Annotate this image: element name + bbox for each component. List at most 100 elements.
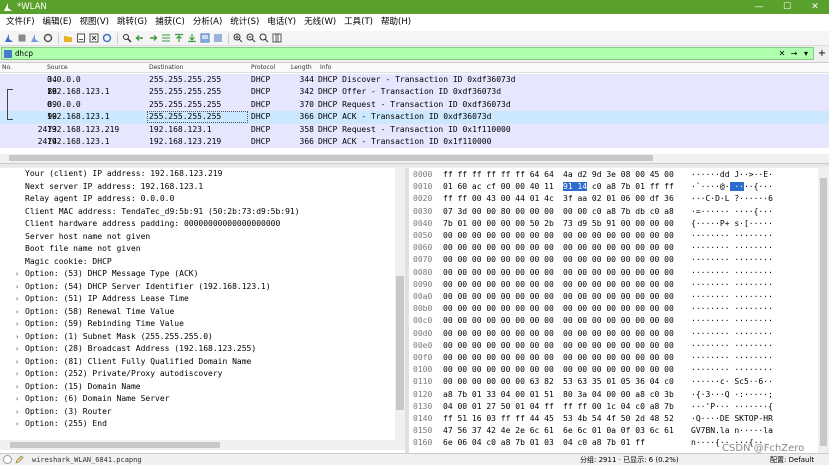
packet-row[interactable]: 2473 192.168.123.219 192.168.123.1 DHCP 358 D…	[0, 123, 829, 136]
menu-go[interactable]: 跳转(G)	[113, 14, 151, 31]
column-header-no[interactable]: No.	[2, 64, 12, 71]
detail-tree-item[interactable]: Boot file name not given	[0, 243, 405, 256]
detail-tree-item[interactable]: Next server IP address: 192.168.123.1	[0, 181, 405, 194]
menu-view[interactable]: 视图(V)	[76, 14, 113, 31]
detail-tree-item[interactable]: Client MAC address: TendaTec_d9:5b:91 (5…	[0, 206, 405, 219]
menu-edit[interactable]: 编辑(E)	[39, 14, 76, 31]
save-file-icon[interactable]	[75, 33, 86, 44]
zoom-in-icon[interactable]	[232, 33, 243, 44]
packet-row[interactable]: 89 0.0.0.0 255.255.255.255 DHCP 370 DHCP Requ…	[0, 98, 829, 112]
detail-tree-item[interactable]: › Option: (54) DHCP Server Identifier (19…	[0, 281, 405, 294]
detail-tree-item[interactable]: › Option: (6) Domain Name Server	[0, 393, 405, 406]
packet-row[interactable]: 90 192.168.123.1 255.255.255.255 DHCP 366 DHC…	[0, 111, 829, 124]
colorize-icon[interactable]	[212, 33, 223, 44]
zoom-out-icon[interactable]	[245, 33, 256, 44]
expand-arrow-icon[interactable]: ›	[15, 331, 19, 344]
open-file-icon[interactable]	[62, 33, 73, 44]
close-file-icon[interactable]	[88, 33, 99, 44]
filter-dropdown-icon[interactable]: ▾	[801, 49, 811, 59]
detail-tree-item[interactable]: Client hardware address padding: 0000000…	[0, 218, 405, 231]
menu-capture[interactable]: 捕获(C)	[151, 14, 189, 31]
apply-filter-icon[interactable]: →	[789, 49, 799, 59]
detail-tree-item[interactable]: › Option: (51) IP Address Lease Time	[0, 293, 405, 306]
detail-tree-item[interactable]: Magic cookie: DHCP	[0, 256, 405, 269]
hex-offset: 0070	[413, 255, 433, 265]
scrollbar-thumb[interactable]	[9, 155, 653, 161]
hex-bytes: 00 00 c0 a8 7b db c0 a8	[563, 206, 674, 216]
bytes-vscrollbar[interactable]	[818, 168, 829, 453]
expand-arrow-icon[interactable]: ›	[15, 343, 19, 356]
profile-label[interactable]: 配置: Default	[770, 455, 814, 465]
capture-options-icon[interactable]	[42, 33, 53, 44]
scrollbar-thumb[interactable]	[396, 276, 404, 410]
column-header-info[interactable]: Info	[320, 64, 331, 71]
detail-tree-item[interactable]: Relay agent IP address: 0.0.0.0	[0, 193, 405, 206]
add-filter-button[interactable]: +	[816, 47, 828, 60]
clear-filter-icon[interactable]: ✕	[777, 49, 787, 59]
menu-analyze[interactable]: 分析(A)	[189, 14, 226, 31]
expand-arrow-icon[interactable]: ›	[15, 281, 19, 294]
expert-info-icon[interactable]	[3, 455, 12, 464]
packet-row[interactable]: 2474 192.168.123.1 192.168.123.219 DHCP 366 D…	[0, 136, 829, 149]
expand-arrow-icon[interactable]: ›	[15, 381, 19, 394]
find-packet-icon[interactable]	[121, 33, 132, 44]
detail-tree-item[interactable]: Server host name not given	[0, 231, 405, 244]
column-header-protocol[interactable]: Protocol	[251, 64, 275, 71]
detail-tree-item[interactable]: › Option: (255) End	[0, 418, 405, 431]
maximize-button[interactable]: ☐	[773, 0, 801, 14]
expand-arrow-icon[interactable]: ›	[15, 406, 19, 419]
menu-wireless[interactable]: 无线(W)	[300, 14, 340, 31]
packet-row[interactable]: 88 192.168.123.1 255.255.255.255 DHCP 342 DHC…	[0, 86, 829, 99]
pane-splitter[interactable]	[0, 163, 829, 167]
details-vscrollbar[interactable]	[395, 168, 405, 440]
stop-capture-icon[interactable]	[16, 33, 27, 44]
detail-tree-item[interactable]: › Option: (28) Broadcast Address (192.168…	[0, 343, 405, 356]
go-last-icon[interactable]	[186, 33, 197, 44]
column-header-source[interactable]: Source	[47, 64, 68, 71]
menu-help[interactable]: 帮助(H)	[377, 14, 415, 31]
details-hscrollbar[interactable]	[0, 440, 405, 450]
expand-arrow-icon[interactable]: ›	[15, 293, 19, 306]
close-button[interactable]: ✕	[801, 0, 829, 14]
expand-arrow-icon[interactable]: ›	[15, 306, 19, 319]
scrollbar-thumb[interactable]	[10, 442, 220, 448]
detail-tree-item[interactable]: › Option: (1) Subnet Mask (255.255.255.0)	[0, 331, 405, 344]
expand-arrow-icon[interactable]: ›	[15, 418, 19, 431]
resize-columns-icon[interactable]	[271, 33, 282, 44]
detail-tree-item[interactable]: › Option: (15) Domain Name	[0, 381, 405, 394]
expand-arrow-icon[interactable]: ›	[15, 268, 19, 281]
detail-tree-item[interactable]: › Option: (81) Client Fully Qualified Dom…	[0, 356, 405, 369]
scrollbar-thumb[interactable]	[820, 178, 827, 446]
edit-comment-icon[interactable]	[15, 455, 24, 464]
detail-tree-item[interactable]: Your (client) IP address: 192.168.123.21…	[0, 168, 405, 181]
detail-tree-item[interactable]: › Option: (53) DHCP Message Type (ACK)	[0, 268, 405, 281]
minimize-button[interactable]: —	[745, 0, 773, 14]
packet-list-hscrollbar[interactable]	[0, 154, 829, 162]
autoscroll-icon[interactable]	[199, 33, 210, 44]
expand-arrow-icon[interactable]: ›	[15, 356, 19, 369]
go-first-icon[interactable]	[173, 33, 184, 44]
bookmark-icon[interactable]	[4, 49, 12, 58]
expand-arrow-icon[interactable]: ›	[15, 368, 19, 381]
menu-telephony[interactable]: 电话(Y)	[263, 14, 300, 31]
go-back-icon[interactable]	[134, 33, 145, 44]
menu-tools[interactable]: 工具(T)	[340, 14, 377, 31]
column-header-length[interactable]: Length	[291, 64, 312, 71]
expand-arrow-icon[interactable]: ›	[15, 393, 19, 406]
menu-file[interactable]: 文件(F)	[2, 14, 39, 31]
go-to-packet-icon[interactable]	[160, 33, 171, 44]
detail-tree-item[interactable]: › Option: (59) Rebinding Time Value	[0, 318, 405, 331]
column-header-destination[interactable]: Destination	[149, 64, 183, 71]
packet-row[interactable]: 34 0.0.0.0 255.255.255.255 DHCP 344 DHCP Disc…	[0, 74, 829, 87]
restart-capture-icon[interactable]	[29, 33, 40, 44]
go-forward-icon[interactable]	[147, 33, 158, 44]
detail-tree-item[interactable]: › Option: (3) Router	[0, 406, 405, 419]
menu-statistics[interactable]: 统计(S)	[226, 14, 263, 31]
start-capture-icon[interactable]	[3, 33, 14, 44]
reload-file-icon[interactable]	[101, 33, 112, 44]
zoom-normal-icon[interactable]	[258, 33, 269, 44]
detail-tree-item[interactable]: › Option: (252) Private/Proxy autodiscove…	[0, 368, 405, 381]
detail-tree-item[interactable]: › Option: (58) Renewal Time Value	[0, 306, 405, 319]
display-filter-input[interactable]	[15, 48, 777, 59]
expand-arrow-icon[interactable]: ›	[15, 318, 19, 331]
